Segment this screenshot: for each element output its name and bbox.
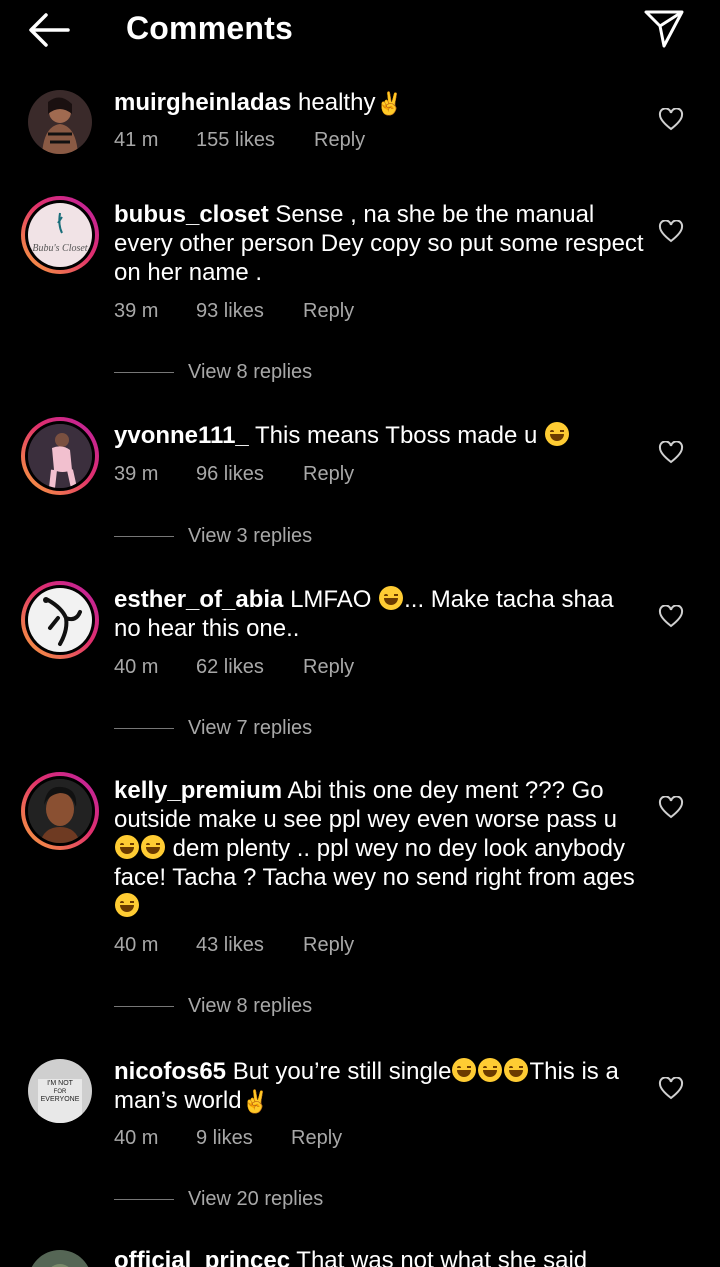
comment-meta: 40 m 43 likes Reply (114, 934, 354, 957)
heart-icon[interactable] (658, 108, 684, 132)
view-replies-button[interactable]: View 7 replies (114, 717, 312, 740)
view-replies-label: View 8 replies (188, 361, 313, 383)
comment-meta: 40 m 9 likes Reply (114, 1127, 342, 1150)
page-title: Comments (126, 10, 293, 46)
comment-likes[interactable]: 9 likes (196, 1127, 291, 1150)
avatar-image (43, 597, 82, 646)
avatar[interactable] (21, 772, 99, 850)
avatar[interactable] (21, 581, 99, 659)
reply-button[interactable]: Reply (303, 934, 354, 957)
avatar[interactable] (21, 417, 99, 495)
comment-meta: 40 m 62 likes Reply (114, 656, 354, 679)
comment-username[interactable]: official_princec (114, 1247, 290, 1267)
view-replies-label: View 7 replies (188, 717, 313, 739)
comment-text: bubus_closet Sense , na she be the manua… (114, 200, 644, 287)
avatar-image (28, 424, 92, 488)
comment-username[interactable]: bubus_closet (114, 201, 269, 228)
comment-text: yvonne111_ This means Tboss made u (114, 421, 644, 450)
divider-line (114, 536, 174, 538)
comment-text: nicofos65 But you’re still single This is… (114, 1057, 644, 1116)
comment-meta: 39 m 93 likes Reply (114, 300, 354, 323)
comment-time: 40 m (114, 934, 159, 956)
share-button[interactable] (640, 6, 688, 50)
comment-username[interactable]: muirgheinladas (114, 89, 291, 116)
comment-body: That was not what she said (296, 1247, 588, 1267)
comment-body: LMFAO (290, 586, 372, 613)
laughing-face-emoji (115, 893, 139, 917)
comment-text: official_princec That was not what she s… (114, 1246, 644, 1267)
divider-line (114, 1006, 174, 1008)
comment-text: esther_of_abia LMFAO ... Make tacha shaa… (114, 585, 644, 643)
view-replies-label: View 20 replies (188, 1188, 324, 1210)
heart-icon[interactable] (658, 1077, 684, 1101)
victory-hand-emoji: ✌️ (375, 91, 403, 116)
view-replies-button[interactable]: View 3 replies (114, 525, 312, 548)
reply-button[interactable]: Reply (303, 463, 354, 486)
comment-likes[interactable]: 93 likes (196, 300, 303, 323)
avatar[interactable] (28, 90, 92, 154)
comment-meta: 39 m 96 likes Reply (114, 463, 354, 486)
avatar-image: Bubu's Closet (32, 212, 88, 254)
back-button[interactable] (24, 10, 72, 50)
avatar-shirt-text-1: I'M NOT (47, 1080, 74, 1087)
heart-icon[interactable] (658, 796, 684, 820)
victory-hand-emoji: ✌️ (241, 1089, 270, 1114)
reply-button[interactable]: Reply (303, 300, 354, 323)
avatar-shirt-text-2: FOR (54, 1089, 67, 1095)
laughing-face-emoji (379, 586, 404, 610)
laughing-face-emoji (452, 1058, 477, 1082)
comment-time: 39 m (114, 300, 159, 322)
divider-line (114, 1199, 174, 1201)
comment-text: kelly_premium Abi this one dey ment ??? … (114, 776, 644, 921)
comment-time: 39 m (114, 463, 159, 485)
avatar-image: I'M NOT FOR EVERYONE (28, 1059, 92, 1123)
comment-likes[interactable]: 96 likes (196, 463, 303, 486)
comment-body: But you’re still single (232, 1058, 452, 1085)
comment-likes[interactable]: 62 likes (196, 656, 303, 679)
divider-line (114, 728, 174, 730)
avatar-image (28, 779, 92, 843)
arrow-left-icon (29, 13, 70, 47)
comment-username[interactable]: esther_of_abia (114, 586, 283, 613)
avatar-logo-text: Bubu's Closet (32, 243, 87, 254)
comment-time: 40 m (114, 656, 159, 678)
comment-body-continued: dem plenty .. ppl wey no dey look anybod… (114, 835, 635, 891)
avatar[interactable]: I'M NOT FOR EVERYONE (28, 1059, 92, 1123)
view-replies-label: View 3 replies (188, 525, 313, 547)
reply-button[interactable]: Reply (303, 656, 354, 679)
view-replies-button[interactable]: View 8 replies (114, 361, 312, 384)
avatar-shirt-text-3: EVERYONE (41, 1096, 80, 1103)
comment-username[interactable]: nicofos65 (114, 1058, 226, 1085)
comment-time: 40 m (114, 1127, 159, 1149)
view-replies-label: View 8 replies (188, 995, 313, 1017)
laughing-face-emoji (504, 1058, 529, 1082)
laughing-face-emoji (115, 835, 139, 859)
view-replies-button[interactable]: View 8 replies (114, 995, 312, 1018)
laughing-face-emoji (141, 835, 165, 859)
paper-plane-icon (644, 10, 684, 48)
laughing-face-emoji (545, 422, 570, 446)
laughing-face-emoji (478, 1058, 503, 1082)
comment-likes[interactable]: 43 likes (196, 934, 303, 957)
reply-button[interactable]: Reply (291, 1127, 342, 1150)
header-bar: Comments (0, 0, 720, 62)
comment-username[interactable]: kelly_premium (114, 777, 282, 804)
reply-button[interactable]: Reply (314, 129, 365, 152)
comment-likes[interactable]: 155 likes (196, 129, 314, 152)
avatar[interactable] (28, 1250, 92, 1267)
avatar-image (28, 90, 92, 154)
view-replies-button[interactable]: View 20 replies (114, 1188, 323, 1211)
heart-icon[interactable] (658, 220, 684, 244)
avatar[interactable]: Bubu's Closet (21, 196, 99, 274)
comment-time: 41 m (114, 129, 159, 151)
divider-line (114, 372, 174, 374)
comment-meta: 41 m 155 likes Reply (114, 129, 365, 152)
comment-text: muirgheinladas healthy✌️ (114, 88, 644, 118)
avatar-image (28, 1250, 92, 1267)
heart-icon[interactable] (658, 605, 684, 629)
comment-username[interactable]: yvonne111_ (114, 422, 249, 449)
comment-body: This means Tboss made u (255, 422, 538, 449)
heart-icon[interactable] (658, 441, 684, 465)
comment-body: healthy (298, 89, 376, 116)
